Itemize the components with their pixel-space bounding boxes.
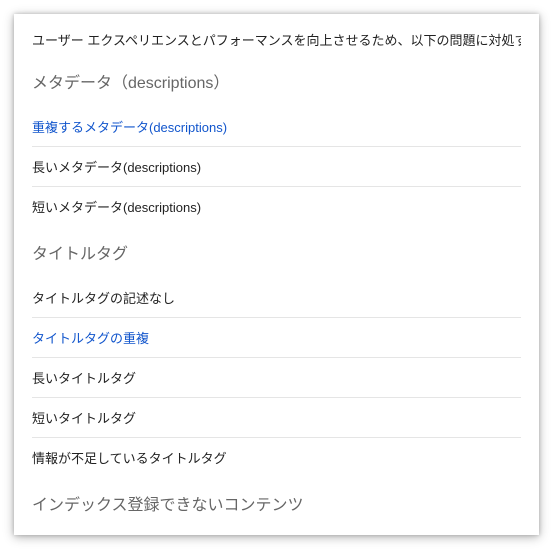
item-duplicate-titletag[interactable]: タイトルタグの重複 [32,318,521,358]
section-titletag-title: タイトルタグ [32,240,521,264]
item-duplicate-meta[interactable]: 重複するメタデータ(descriptions) [32,107,521,147]
item-insufficient-titletag[interactable]: 情報が不足しているタイトルタグ [32,438,521,477]
section-meta-title: メタデータ（descriptions） [32,69,521,93]
html-improvements-panel: ユーザー エクスペリエンスとパフォーマンスを向上させるため、以下の問題に対処する… [14,14,539,535]
item-long-meta[interactable]: 長いメタデータ(descriptions) [32,147,521,187]
item-missing-titletag[interactable]: タイトルタグの記述なし [32,278,521,318]
item-short-meta[interactable]: 短いメタデータ(descriptions) [32,187,521,226]
nonindexable-message: サイトからインデックス不可コンテンツに関する問題は検出されませんでした。 [32,529,521,535]
item-short-titletag[interactable]: 短いタイトルタグ [32,398,521,438]
section-nonindexable-title: インデックス登録できないコンテンツ [32,491,521,515]
intro-text: ユーザー エクスペリエンスとパフォーマンスを向上させるため、以下の問題に対処する… [32,30,521,49]
item-long-titletag[interactable]: 長いタイトルタグ [32,358,521,398]
